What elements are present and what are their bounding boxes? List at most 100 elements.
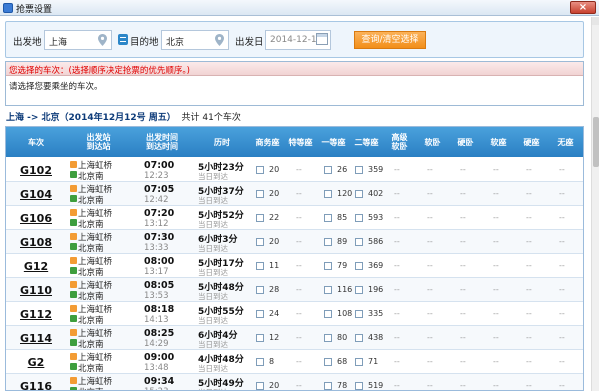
seat-checkbox-business[interactable] — [256, 190, 264, 198]
seat-empty-adv_soft: -- — [394, 213, 400, 222]
train-number[interactable]: G106 — [6, 212, 66, 225]
seat-checkbox-second[interactable] — [355, 286, 363, 294]
seat-empty-no_seat: -- — [559, 309, 565, 318]
seat-checkbox-first[interactable] — [324, 310, 332, 318]
seat-checkbox-first[interactable] — [324, 358, 332, 366]
to-station: 北京南 — [78, 268, 104, 278]
table-row[interactable]: G12 上海虹桥 北京南 08:00 13:17 5小时17分 当日到达 11 -- 79 369-… — [6, 254, 583, 278]
seat-checkbox-first[interactable] — [324, 262, 332, 270]
seat-checkbox-first[interactable] — [324, 382, 332, 390]
route-text: 上海 -> 北京（2014年12月12号 周五） — [6, 113, 176, 123]
seat-checkbox-business[interactable] — [256, 214, 264, 222]
train-number[interactable]: G108 — [6, 236, 66, 249]
seat-checkbox-second[interactable] — [355, 358, 363, 366]
seat-empty-soft_seat: -- — [493, 213, 499, 222]
route-count-prefix: 共计 — [181, 113, 200, 123]
seat-empty-soft_seat: -- — [493, 309, 499, 318]
to-field[interactable]: 北京 — [161, 30, 229, 50]
seat-empty-hard_seat: -- — [526, 309, 532, 318]
departure-time: 09:00 — [144, 352, 175, 363]
th-hard-sleeper: 硬卧 — [457, 137, 474, 147]
seat-checkbox-second[interactable] — [355, 214, 363, 222]
seat-checkbox-second[interactable] — [355, 190, 363, 198]
seat-count-second: 519 — [368, 381, 384, 390]
seat-empty-no_seat: -- — [559, 189, 565, 198]
seat-checkbox-business[interactable] — [256, 310, 264, 318]
seat-checkbox-business[interactable] — [256, 238, 264, 246]
seat-empty-soft_seat: -- — [493, 333, 499, 342]
seat-empty-adv_soft: -- — [394, 237, 400, 246]
seat-checkbox-second[interactable] — [355, 262, 363, 270]
location-pin-icon[interactable] — [98, 34, 107, 46]
seat-empty-premium: -- — [296, 309, 302, 318]
table-row[interactable]: G116上海虹桥北京南09:3415:235小时49分当日到达20--78519… — [6, 374, 583, 390]
seat-empty-premium: -- — [296, 189, 302, 198]
seat-count-first: 120 — [337, 189, 353, 198]
train-number[interactable]: G114 — [6, 332, 66, 345]
seat-checkbox-first[interactable] — [324, 286, 332, 294]
table-row[interactable]: G108 上海虹桥 北京南 07:30 13:33 6小时3分 当日到达 20 -- 89 586-… — [6, 230, 583, 254]
calendar-icon[interactable] — [316, 33, 328, 45]
from-value: 上海 — [49, 38, 68, 48]
table-row[interactable]: G110 上海虹桥 北京南 08:05 13:53 5小时48分 当日到达 28 -- 116 19… — [6, 278, 583, 302]
th-time[interactable]: 出发时间 到达时间 — [131, 127, 193, 157]
start-station-icon — [70, 161, 77, 168]
train-number[interactable]: G102 — [6, 164, 66, 177]
seat-checkbox-second[interactable] — [355, 238, 363, 246]
train-number[interactable]: G116 — [6, 380, 66, 390]
train-number[interactable]: G104 — [6, 188, 66, 201]
train-number[interactable]: G12 — [6, 260, 66, 273]
departure-time: 07:30 — [144, 232, 175, 243]
th-duration[interactable]: 历时 — [193, 127, 251, 157]
date-value: 2014-12-12 — [270, 35, 323, 45]
seat-checkbox-business[interactable] — [256, 262, 264, 270]
close-button[interactable]: × — [570, 1, 596, 14]
train-number[interactable]: G112 — [6, 308, 66, 321]
table-row[interactable]: G114 上海虹桥 北京南 08:25 14:29 6小时4分 当日到达 12 -- 80 438-… — [6, 326, 583, 350]
train-number[interactable]: G2 — [6, 356, 66, 369]
scrollbar[interactable] — [591, 17, 599, 391]
seat-checkbox-first[interactable] — [324, 166, 332, 174]
swap-icon[interactable] — [118, 34, 128, 45]
arrival-time: 14:29 — [144, 339, 169, 349]
table-row[interactable]: G112 上海虹桥 北京南 08:18 14:13 5小时55分 当日到达 24 -- 108 33… — [6, 302, 583, 326]
th-station[interactable]: 出发站 到达站 — [66, 127, 131, 157]
seat-checkbox-second[interactable] — [355, 382, 363, 390]
seat-empty-no_seat: -- — [559, 165, 565, 174]
th-train[interactable]: 车次 — [6, 127, 66, 157]
seat-empty-soft_sleeper: -- — [427, 213, 433, 222]
query-button[interactable]: 查询/清空选择 — [354, 31, 426, 49]
table-row[interactable]: G102 上海虹桥 北京南 07:00 12:23 5小时23分 当日到达 20 -- 26 359… — [6, 158, 583, 182]
arrival-day: 当日到达 — [198, 316, 228, 325]
seat-checkbox-business[interactable] — [256, 334, 264, 342]
seat-checkbox-first[interactable] — [324, 334, 332, 342]
table-row[interactable]: G2 上海虹桥 北京南 09:00 13:48 4小时48分 当日到达 8 -- 68 71 -- --… — [6, 350, 583, 374]
seat-checkbox-first[interactable] — [324, 190, 332, 198]
seat-checkbox-second[interactable] — [355, 334, 363, 342]
seat-checkbox-business[interactable] — [256, 286, 264, 294]
seat-checkbox-second[interactable] — [355, 310, 363, 318]
seat-checkbox-second[interactable] — [355, 166, 363, 174]
seat-count-business: 22 — [269, 213, 280, 222]
selected-trains-box: 您选择的车次：(选择顺序决定抢票的优先顺序。) 请选择您要乘坐的车次。 — [5, 61, 584, 106]
seat-empty-soft_seat: -- — [493, 285, 499, 294]
th-hard-seat: 硬座 — [523, 137, 540, 147]
seat-empty-hard_sleeper: -- — [460, 309, 466, 318]
table-row[interactable]: G106 上海虹桥 北京南 07:20 13:12 5小时52分 当日到达 22 -- 85 593… — [6, 206, 583, 230]
scroll-up-icon[interactable] — [592, 17, 599, 25]
seat-empty-hard_seat: -- — [526, 189, 532, 198]
train-number[interactable]: G110 — [6, 284, 66, 297]
location-pin-icon[interactable] — [215, 34, 224, 46]
start-station-icon — [70, 377, 77, 384]
table-row[interactable]: G104 上海虹桥 北京南 07:05 12:42 5小时37分 当日到达 20 -- 120 40… — [6, 182, 583, 206]
scroll-thumb[interactable] — [593, 117, 599, 167]
seat-empty-hard_sleeper: -- — [460, 213, 466, 222]
seat-empty-soft_seat: -- — [493, 165, 499, 174]
end-station-icon — [70, 387, 77, 390]
seat-checkbox-first[interactable] — [324, 238, 332, 246]
from-field[interactable]: 上海 — [44, 30, 112, 50]
seat-checkbox-first[interactable] — [324, 214, 332, 222]
seat-checkbox-business[interactable] — [256, 166, 264, 174]
seat-checkbox-business[interactable] — [256, 382, 264, 390]
seat-checkbox-business[interactable] — [256, 358, 264, 366]
